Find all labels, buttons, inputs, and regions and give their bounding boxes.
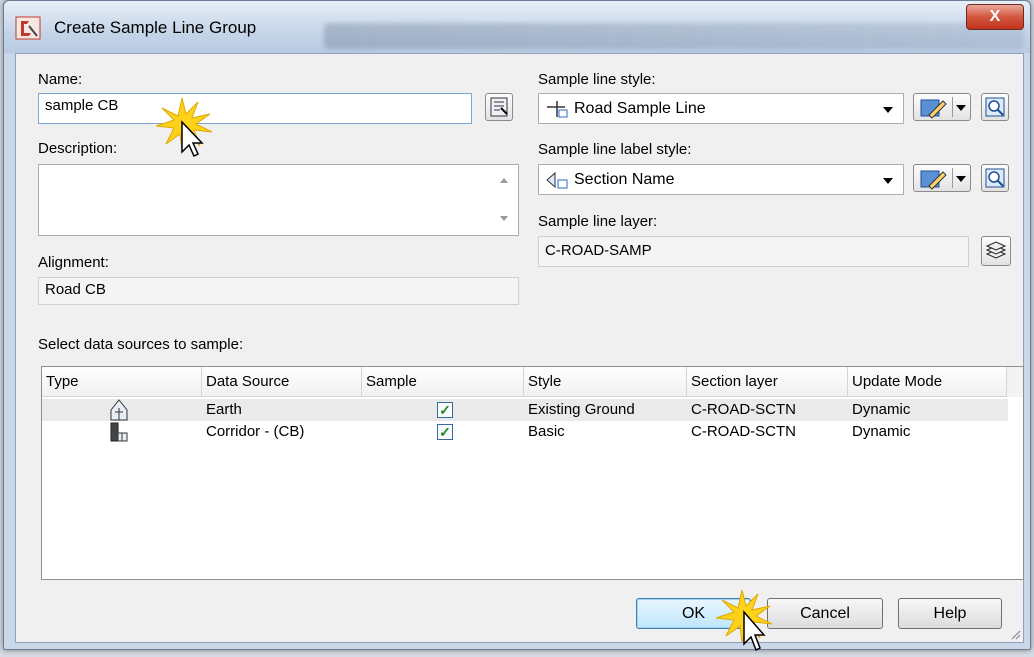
sample-line-label-style-label: Sample line label style:	[538, 141, 692, 158]
section-layer-cell[interactable]: C-ROAD-SCTN	[691, 423, 796, 440]
civil3d-app-icon	[15, 16, 41, 40]
description-textarea[interactable]	[38, 164, 519, 236]
alignment-label: Alignment:	[38, 254, 109, 271]
table-row[interactable]: Corridor - (CB) ✓ Basic C-ROAD-SCTN Dyna…	[42, 421, 1008, 443]
sample-line-label-style-select[interactable]: Section Name	[538, 164, 904, 195]
description-scroll-up-icon[interactable]	[500, 178, 508, 183]
sample-checkbox[interactable]: ✓	[437, 424, 453, 440]
update-mode-cell[interactable]: Dynamic	[852, 401, 910, 418]
mouse-cursor-icon	[715, 589, 773, 652]
sample-line-label-style-value: Section Name	[574, 171, 675, 188]
style-cell[interactable]: Existing Ground	[528, 401, 635, 418]
chevron-down-icon	[883, 178, 893, 184]
table-header: Type Data Source Sample Style Section la…	[42, 367, 1023, 397]
alignment-field: Road CB	[38, 277, 519, 305]
data-source-cell: Corridor - (CB)	[206, 423, 305, 440]
sample-line-style-value: Road Sample Line	[574, 100, 706, 117]
sample-checkbox[interactable]: ✓	[437, 402, 453, 418]
background-toolbar-ghost	[324, 23, 1024, 49]
description-label: Description:	[38, 140, 118, 157]
label-style-icon	[546, 171, 568, 189]
column-header-type[interactable]: Type	[42, 367, 202, 397]
column-header-sample[interactable]: Sample	[362, 367, 524, 397]
column-header-section-layer[interactable]: Section layer	[687, 367, 848, 397]
name-label: Name:	[38, 71, 83, 88]
sample-line-style-select[interactable]: Road Sample Line	[538, 93, 904, 124]
section-layer-cell[interactable]: C-ROAD-SCTN	[691, 401, 796, 418]
sample-line-style-label: Sample line style:	[538, 71, 656, 88]
help-button[interactable]: Help	[898, 598, 1002, 629]
sample-line-layer-label: Sample line layer:	[538, 213, 658, 230]
chevron-down-icon	[956, 105, 966, 111]
chevron-down-icon	[956, 176, 966, 182]
column-header-update-mode[interactable]: Update Mode	[848, 367, 1009, 397]
table-header-filler	[1006, 367, 1023, 397]
table-row[interactable]: Earth ✓ Existing Ground C-ROAD-SCTN Dyna…	[42, 399, 1008, 421]
layer-button[interactable]	[981, 236, 1011, 266]
sample-line-label-style-preview-button[interactable]	[981, 164, 1009, 192]
edit-style-icon	[920, 170, 947, 190]
style-cell[interactable]: Basic	[528, 423, 565, 440]
magnifier-icon	[985, 97, 1005, 117]
edit-style-icon	[920, 99, 947, 119]
name-input[interactable]: sample CB	[38, 93, 472, 124]
chevron-down-icon	[883, 107, 893, 113]
sample-line-layer-field: C-ROAD-SAMP	[538, 236, 969, 267]
sample-line-style-preview-button[interactable]	[981, 93, 1009, 121]
name-template-button[interactable]	[485, 93, 513, 121]
sample-line-style-icon	[547, 101, 568, 118]
resize-grip-icon[interactable]	[1009, 628, 1021, 640]
description-scroll-down-icon[interactable]	[500, 216, 508, 221]
data-source-cell: Earth	[206, 401, 242, 418]
column-header-style[interactable]: Style	[524, 367, 687, 397]
dialog-title: Create Sample Line Group	[54, 18, 257, 37]
sample-line-label-style-edit-button[interactable]	[913, 164, 971, 192]
magnifier-icon	[985, 168, 1005, 188]
name-template-icon	[490, 97, 508, 117]
update-mode-cell[interactable]: Dynamic	[852, 423, 910, 440]
close-button[interactable]: X	[966, 4, 1024, 30]
column-header-data-source[interactable]: Data Source	[202, 367, 362, 397]
sample-line-style-edit-button[interactable]	[913, 93, 971, 121]
click-highlight-icon	[155, 97, 213, 158]
data-sources-table: Type Data Source Sample Style Section la…	[41, 366, 1024, 580]
layers-icon	[985, 241, 1007, 259]
title-bar[interactable]: Create Sample Line Group X	[4, 1, 1030, 53]
data-sources-label: Select data sources to sample:	[38, 336, 244, 353]
corridor-icon	[110, 422, 128, 442]
